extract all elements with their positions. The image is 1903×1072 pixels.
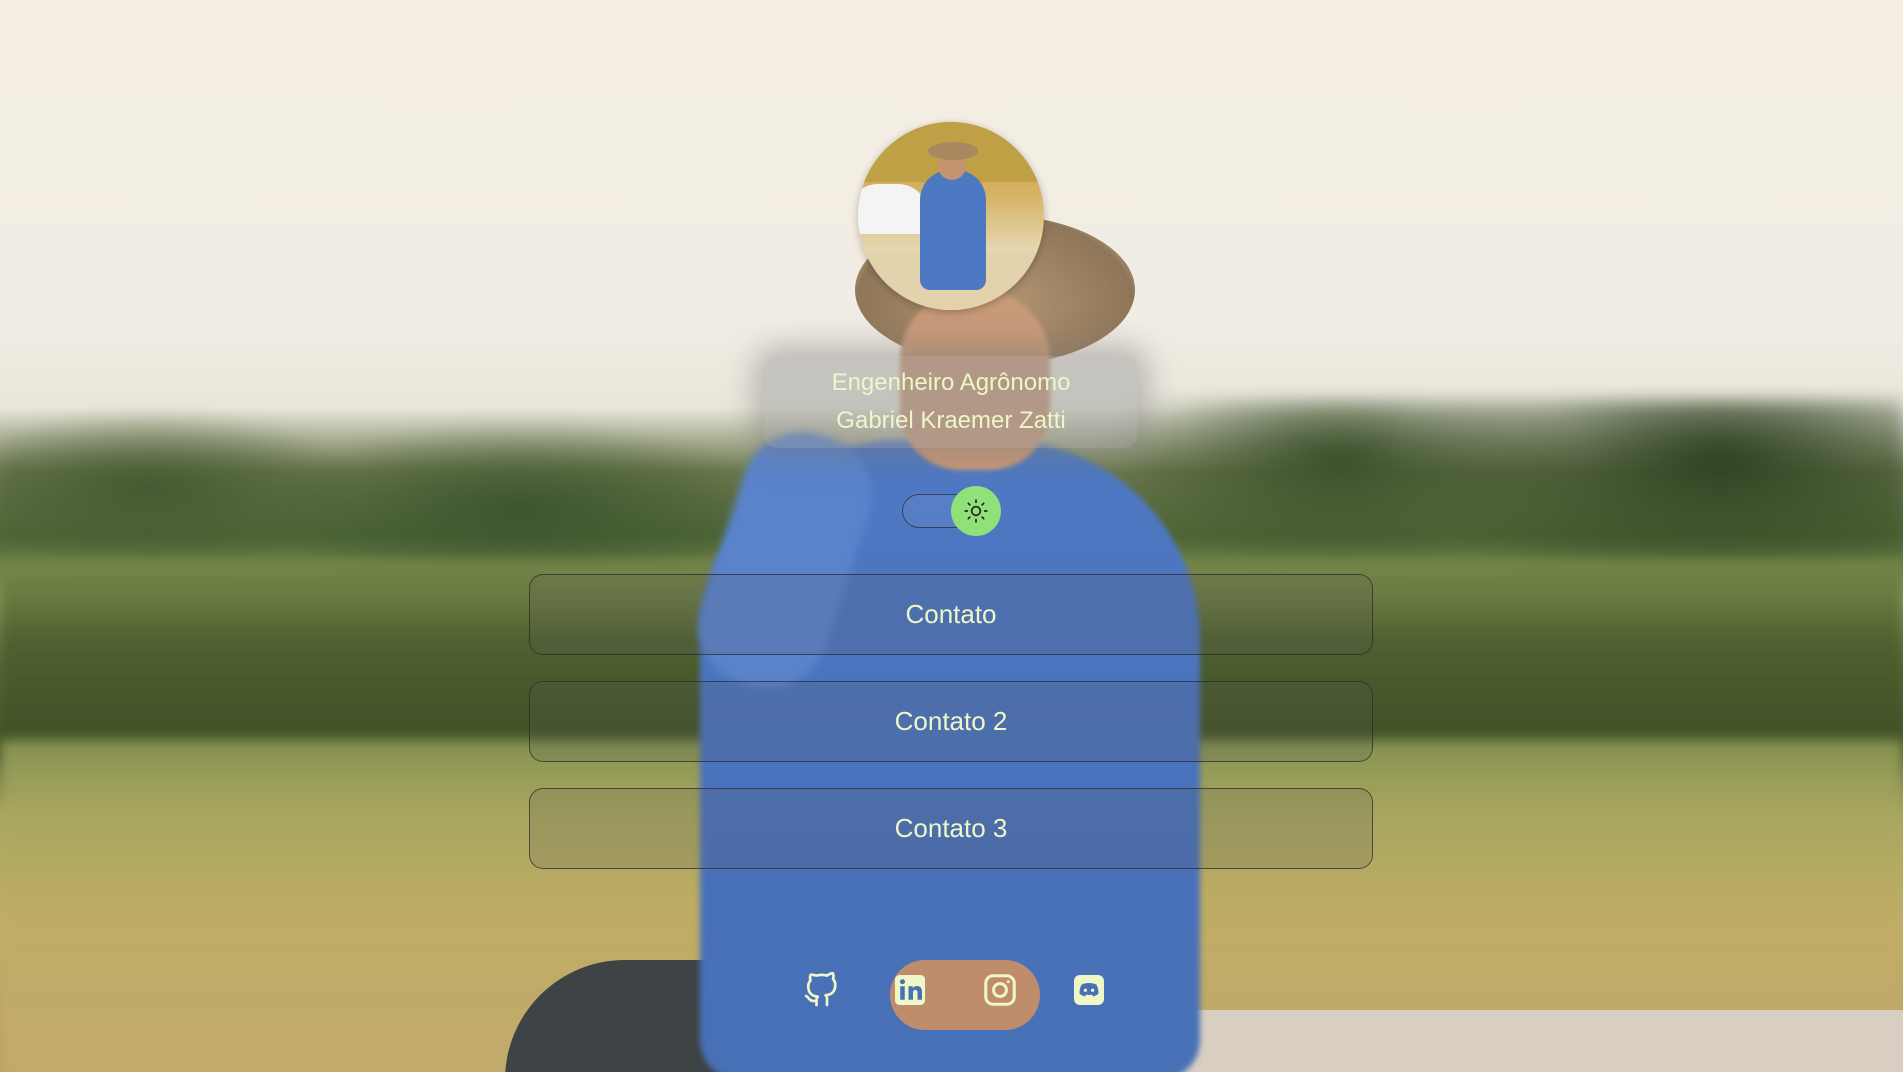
sun-icon xyxy=(964,499,988,523)
page-background: Engenheiro Agrônomo Gabriel Kraemer Zatt… xyxy=(0,0,1903,1072)
social-links xyxy=(800,968,1110,1012)
profile-title-card: Engenheiro Agrônomo Gabriel Kraemer Zatt… xyxy=(764,356,1138,448)
avatar xyxy=(858,122,1044,310)
profile-name: Gabriel Kraemer Zatti xyxy=(836,407,1066,434)
github-icon xyxy=(804,972,837,1007)
avatar-person-body xyxy=(920,170,986,290)
profile-title: Engenheiro Agrônomo xyxy=(831,369,1071,396)
contact-button-1[interactable]: Contato xyxy=(529,574,1373,655)
discord-icon xyxy=(1073,975,1104,1005)
linkedin-link[interactable] xyxy=(889,969,931,1011)
avatar-person-hat xyxy=(928,142,978,160)
discord-link[interactable] xyxy=(1068,969,1110,1011)
instagram-link[interactable] xyxy=(979,969,1021,1011)
theme-toggle-knob[interactable] xyxy=(951,486,1001,536)
background-car xyxy=(1120,1010,1903,1072)
instagram-icon xyxy=(983,974,1016,1006)
contact-button-2[interactable]: Contato 2 xyxy=(529,681,1373,762)
avatar-car xyxy=(858,184,928,234)
contact-button-3[interactable]: Contato 3 xyxy=(529,788,1373,869)
linkedin-icon xyxy=(895,975,926,1005)
github-link[interactable] xyxy=(800,969,842,1011)
